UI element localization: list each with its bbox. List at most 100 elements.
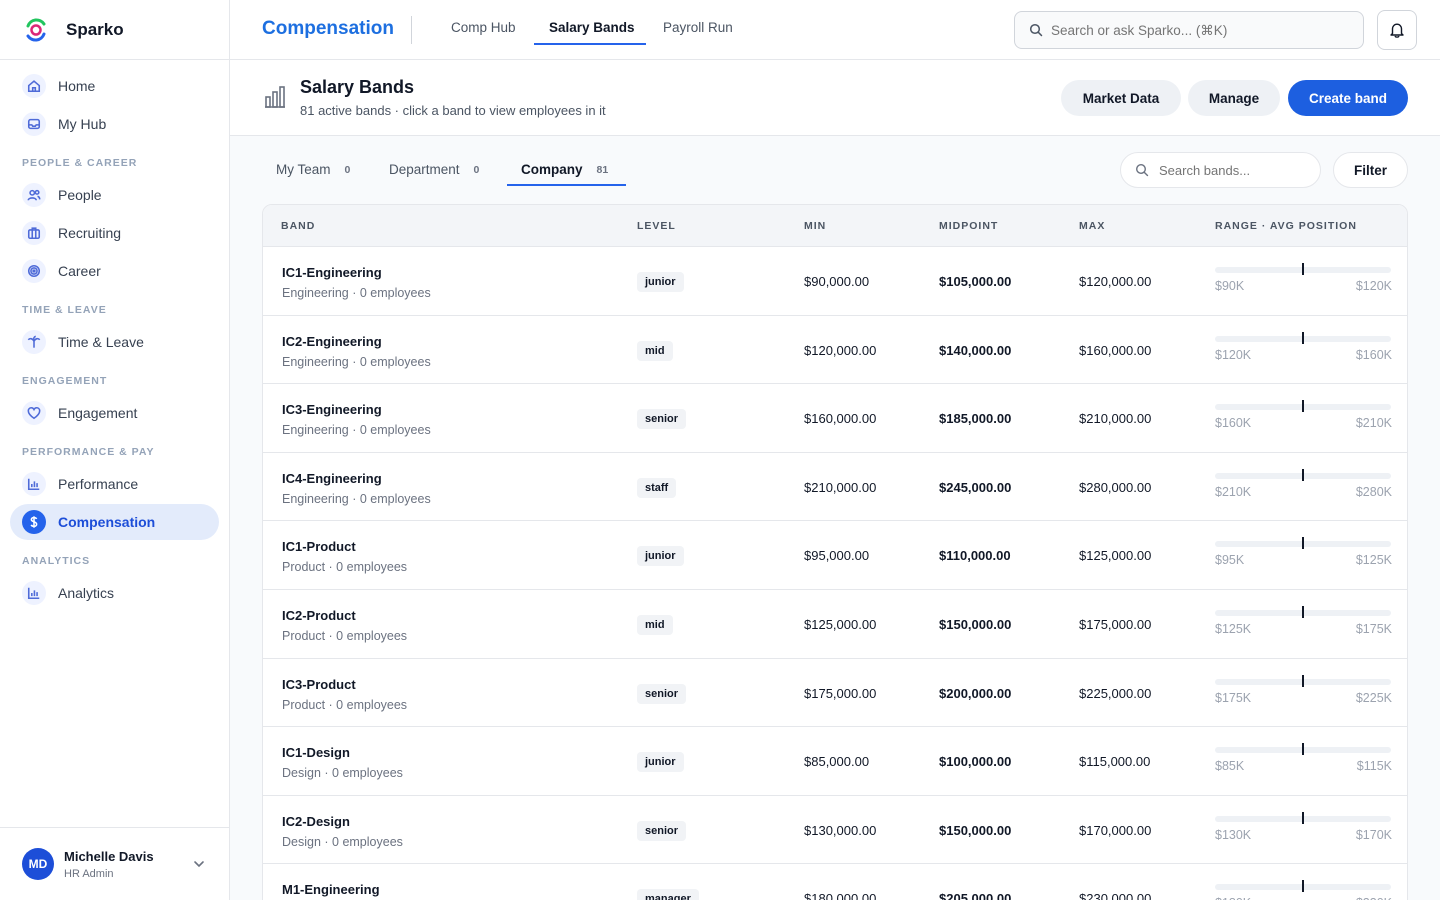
table-row[interactable]: IC1-Product Product · 0 employees junior… [263,521,1407,590]
tab-label: Department [389,162,460,177]
level-badge: senior [637,820,687,841]
page-subtitle: 81 active bands · click a band to view e… [300,103,606,118]
sidebar-item-analytics[interactable]: Analytics [10,575,219,611]
range-bar [1215,880,1391,893]
column-header-range[interactable]: RANGE · AVG POSITION [1215,220,1357,232]
max-value: $125,000.00 [1079,548,1152,564]
range-min-label: $120K [1215,347,1252,362]
band-meta: Product · 0 employees [282,629,408,643]
heart-icon [22,401,46,425]
tab-count: 81 [596,163,609,176]
tab-my-team[interactable]: My Team 0 [276,162,350,177]
avg-position-marker [1302,263,1304,275]
global-search[interactable] [1014,11,1364,49]
range-max-label: $120K [1355,279,1392,293]
midpoint-value: $110,000.00 [939,548,1011,564]
range-bar [1215,331,1391,344]
column-header-band[interactable]: BAND [281,220,315,232]
tab-label: My Team [276,162,331,177]
avg-position-marker [1302,674,1304,687]
range-max-label: $280K [1355,484,1392,499]
range-bar [1215,811,1391,824]
avg-position-marker [1302,880,1304,893]
band-meta: Product · 0 employees [282,560,408,575]
level-badge: mid [637,615,673,635]
sidebar-item-label: People [58,187,102,203]
filter-button[interactable]: Filter [1333,152,1408,188]
brand[interactable]: Sparko [0,0,229,60]
max-value: $120,000.00 [1079,274,1152,289]
band-name: IC2-Design [282,813,350,829]
min-value: $180,000.00 [804,891,877,900]
band-name: IC1-Product [282,539,356,555]
range-bar [1215,537,1391,550]
max-value: $160,000.00 [1079,342,1152,358]
search-icon [1135,163,1149,177]
sidebar-item-label: My Hub [58,116,107,132]
sidebar-item-label: Performance [58,476,139,492]
table-row[interactable]: M1-Engineering Engineering · 0 employees… [263,864,1407,900]
sidebar-item-people[interactable]: People [10,177,219,213]
bands-search[interactable] [1120,152,1321,188]
sidebar-item-home[interactable]: Home [10,68,219,104]
tab-company[interactable]: Company 81 [521,162,608,177]
table-row[interactable]: IC3-Product Product · 0 employees senior… [263,659,1407,728]
range-bar [1215,263,1391,275]
sidebar-item-career[interactable]: Career [10,253,219,289]
midpoint-value: $105,000.00 [939,274,1012,289]
min-value: $160,000.00 [804,411,877,427]
table-row[interactable]: IC4-Engineering Engineering · 0 employee… [263,453,1407,522]
table-row[interactable]: IC1-Design Design · 0 employees junior $… [263,727,1407,796]
min-value: $85,000.00 [804,754,870,770]
table-row[interactable]: IC2-Product Product · 0 employees mid $1… [263,590,1407,659]
tab-payroll-run[interactable]: Payroll Run [663,20,733,35]
range-max-label: $115K [1356,759,1392,774]
column-header-max[interactable]: MAX [1079,220,1105,232]
level-badge: manager [637,889,699,900]
band-meta: Engineering · 0 employees [282,491,431,506]
user-info: Michelle Davis HR Admin [64,849,154,880]
range-min-label: $130K [1215,827,1252,842]
chevron-down-icon[interactable] [193,858,205,870]
range-min-label: $175K [1215,690,1252,705]
sidebar-item-time-leave[interactable]: Time & Leave [10,324,219,360]
level-badge: mid [637,340,673,361]
notifications-button[interactable] [1377,10,1417,50]
tab-salary-bands[interactable]: Salary Bands [549,20,635,35]
table-row[interactable]: IC2-Engineering Engineering · 0 employee… [263,316,1407,385]
band-name: M1-Engineering [282,882,380,898]
sidebar-item-compensation[interactable]: Compensation [10,504,219,540]
bands-search-input[interactable] [1159,162,1319,178]
table-row[interactable]: IC2-Design Design · 0 employees senior $… [263,796,1407,865]
range-max-label: $170K [1355,827,1392,842]
range-bar [1215,674,1391,687]
column-header-midpoint[interactable]: MIDPOINT [939,220,998,232]
sparko-logo-icon [26,18,46,41]
sidebar-item-my-hub[interactable]: My Hub [10,106,219,142]
sidebar-item-performance[interactable]: Performance [10,466,219,502]
midpoint-value: $140,000.00 [939,342,1012,358]
tab-comp-hub[interactable]: Comp Hub [451,20,516,35]
range-min-label: $85K [1215,759,1245,774]
sidebar-item-recruiting[interactable]: Recruiting [10,215,219,251]
tab-department[interactable]: Department 0 [389,162,479,177]
market-data-button[interactable]: Market Data [1061,80,1181,116]
user-name: Michelle Davis [64,848,154,864]
range-bar [1215,743,1391,756]
range-max-label: $175K [1355,622,1392,636]
avg-position-marker [1302,811,1304,824]
user-menu[interactable]: MD Michelle Davis HR Admin [0,827,229,900]
sidebar-item-engagement[interactable]: Engagement [10,395,219,431]
midpoint-value: $245,000.00 [939,479,1012,495]
global-search-input[interactable] [1051,22,1341,38]
midpoint-value: $150,000.00 [939,617,1012,632]
sidebar: Sparko Home My Hub PEOPLE & CAREER Peopl… [0,0,230,900]
manage-button[interactable]: Manage [1188,80,1280,116]
table-row[interactable]: IC3-Engineering Engineering · 0 employee… [263,384,1407,453]
column-header-min[interactable]: MIN [804,220,826,232]
table-row[interactable]: IC1-Engineering Engineering · 0 employee… [263,247,1407,316]
range-bar [1215,606,1391,618]
range-max-label: $210K [1355,416,1392,431]
column-header-level[interactable]: LEVEL [637,220,676,232]
create-band-button[interactable]: Create band [1288,80,1408,116]
